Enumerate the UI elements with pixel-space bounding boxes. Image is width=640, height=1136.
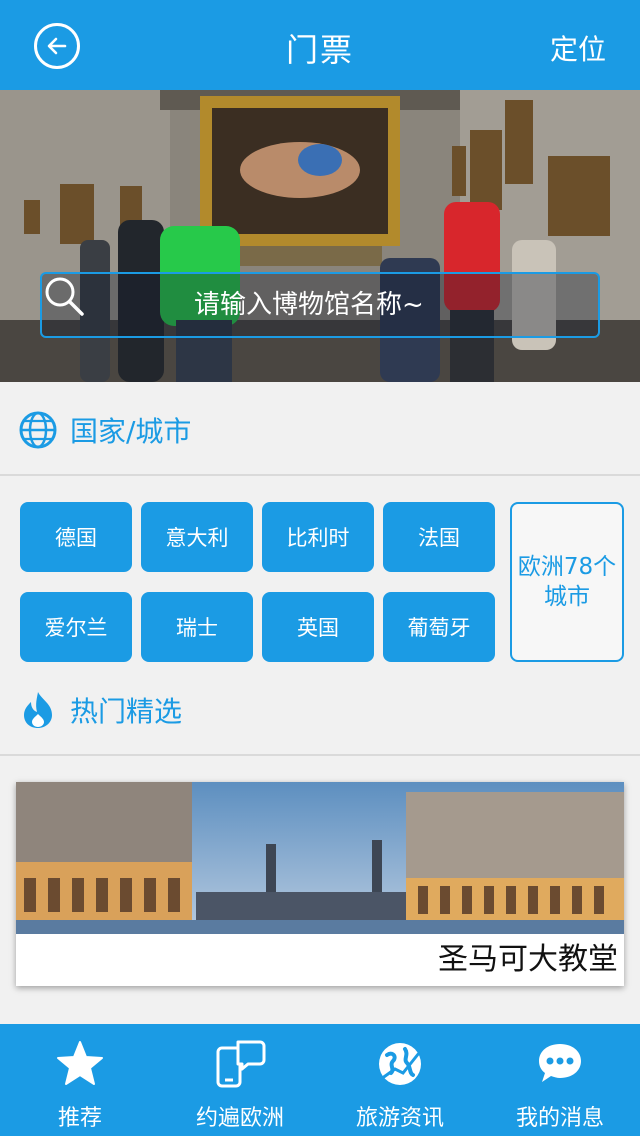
- country-button-germany[interactable]: 德国: [20, 502, 132, 572]
- hero-banner-image: [0, 90, 640, 382]
- tab-meet-europe-label: 约遍欧洲: [195, 1106, 284, 1131]
- hot-section-header: 热门精选: [0, 666, 640, 756]
- featured-card-image: [16, 782, 624, 934]
- search-icon[interactable]: [45, 275, 572, 335]
- tab-recommend[interactable]: 推荐: [0, 1024, 160, 1136]
- featured-card-title: 圣马可大教堂: [438, 942, 618, 977]
- hot-section-title: 热门精选: [70, 695, 183, 728]
- country-button-ireland[interactable]: 爱尔兰: [20, 592, 132, 662]
- page-title: 门票: [285, 31, 354, 69]
- europe-cities-button[interactable]: 欧洲78个城市: [510, 502, 624, 662]
- tab-my-messages-label: 我的消息: [515, 1106, 604, 1131]
- country-button-italy[interactable]: 意大利: [141, 502, 253, 572]
- museum-gallery-image: [0, 90, 640, 382]
- top-bar: 门票 定位: [0, 0, 640, 90]
- country-button-belgium[interactable]: 比利时: [262, 502, 374, 572]
- tab-my-messages[interactable]: 我的消息: [480, 1024, 640, 1136]
- tab-travel-news-label: 旅游资讯: [355, 1106, 444, 1131]
- country-section-header: 国家/城市: [0, 386, 640, 476]
- country-button-france[interactable]: 法国: [383, 502, 495, 572]
- bottom-tab-bar: 推荐 约遍欧洲 旅游资讯 我的消息: [0, 1024, 640, 1136]
- globe-plane-icon: [374, 1038, 426, 1090]
- tab-meet-europe[interactable]: 约遍欧洲: [160, 1024, 320, 1136]
- flame-icon: [18, 690, 58, 730]
- locate-button[interactable]: 定位: [550, 28, 606, 68]
- star-icon: [54, 1038, 106, 1090]
- globe-icon: [18, 410, 58, 450]
- search-input[interactable]: [42, 290, 518, 320]
- search-box[interactable]: [40, 272, 600, 338]
- country-button-portugal[interactable]: 葡萄牙: [383, 592, 495, 662]
- country-button-switzerland[interactable]: 瑞士: [141, 592, 253, 662]
- chat-bubble-icon: [534, 1038, 586, 1090]
- tab-recommend-label: 推荐: [57, 1106, 102, 1131]
- phone-chat-icon: [214, 1038, 266, 1090]
- country-button-uk[interactable]: 英国: [262, 592, 374, 662]
- tab-travel-news[interactable]: 旅游资讯: [320, 1024, 480, 1136]
- featured-card[interactable]: 圣马可大教堂: [16, 782, 624, 986]
- country-section-title: 国家/城市: [70, 415, 192, 448]
